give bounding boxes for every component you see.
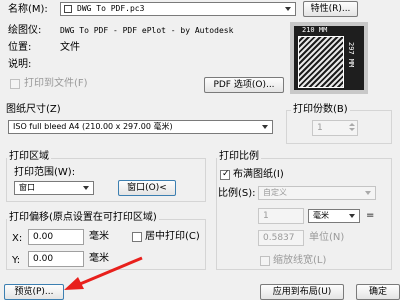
annotation-arrow-icon [64,256,143,290]
